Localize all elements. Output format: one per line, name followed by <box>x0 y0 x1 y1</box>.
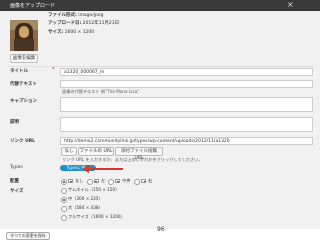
types-label: Types <box>10 165 23 170</box>
align-left-radio[interactable] <box>87 179 93 185</box>
size-large-radio[interactable] <box>61 206 67 212</box>
align-right-icon <box>141 179 146 183</box>
save-all-changes-button[interactable]: すべての変更を保存 <box>6 232 50 240</box>
align-right-radio[interactable] <box>134 179 140 185</box>
dialog-titlebar: 画像をアップロード × <box>0 0 320 10</box>
alt-text-help: 画像の代替テキスト 例"The Mona Lisa" <box>62 89 140 94</box>
dialog-title: 画像をアップロード <box>10 3 56 9</box>
image-size: サイズ: 1600 × 1200 <box>48 30 95 35</box>
size-medium-label: 中（300 × 225） <box>68 196 103 201</box>
close-icon[interactable]: × <box>287 0 294 10</box>
link-attachment-url-button[interactable]: 添付ファイル投稿 URL <box>115 147 163 161</box>
align-left-icon <box>94 179 99 183</box>
alignment-label: 配置 <box>10 179 19 184</box>
description-label: 説明 <box>10 120 19 125</box>
size-full-radio[interactable] <box>61 215 67 221</box>
title-label: タイトル <box>10 69 28 74</box>
media-panel: ファイル形式: image/jpeg アップロード日: 2012年11月23日 … <box>0 11 320 229</box>
size-large-label: 大（584 × 438） <box>68 205 103 210</box>
page-number: 96 <box>157 226 165 233</box>
size-full-label: フルサイズ（1600 × 1200） <box>68 214 125 219</box>
size-thumbnail-label: サムネイル（150 × 150） <box>68 187 120 192</box>
link-file-url-button[interactable]: ファイルの URL <box>78 147 114 156</box>
annotation-arrow <box>87 168 123 170</box>
alt-text-input[interactable] <box>60 80 313 88</box>
edit-image-button[interactable]: 画像を編集 <box>10 54 38 63</box>
upload-dialog: 画像をアップロード × ファイル形式: image/jpeg アップロード日: … <box>0 0 320 240</box>
caption-label: キャプション <box>10 99 37 104</box>
upload-date: アップロード日: 2012年11月23日 <box>48 21 120 26</box>
align-none-label: なし <box>75 178 84 183</box>
size-medium-radio[interactable] <box>61 197 67 203</box>
align-none-icon <box>68 179 73 183</box>
link-url-input[interactable]: http://demo2.communitylink.jp/types/wp-c… <box>60 137 313 145</box>
align-center-radio[interactable] <box>108 179 114 185</box>
link-url-label: リンク URL <box>10 139 36 144</box>
required-mark: * <box>52 67 55 73</box>
link-none-button[interactable]: なし <box>61 147 77 156</box>
align-left-label: 左 <box>101 178 106 183</box>
size-label: サイズ <box>10 189 24 194</box>
image-thumbnail <box>10 20 38 51</box>
annotation-arrow-head <box>82 165 89 173</box>
align-center-label: 中央 <box>122 178 131 183</box>
caption-textarea[interactable] <box>60 97 313 112</box>
align-none-radio[interactable] <box>61 179 67 185</box>
align-center-icon <box>115 179 120 183</box>
title-input[interactable]: a1320_000067_m <box>60 68 313 76</box>
description-textarea[interactable] <box>60 117 313 132</box>
align-right-label: 右 <box>148 178 153 183</box>
file-type: ファイル形式: image/jpeg <box>48 13 104 18</box>
link-url-help: リンク URL を入力するか、または上のいずれかをクリックしてください。 <box>62 157 203 162</box>
size-thumbnail-radio[interactable] <box>61 188 67 194</box>
alt-text-label: 代替テキスト <box>10 82 37 87</box>
